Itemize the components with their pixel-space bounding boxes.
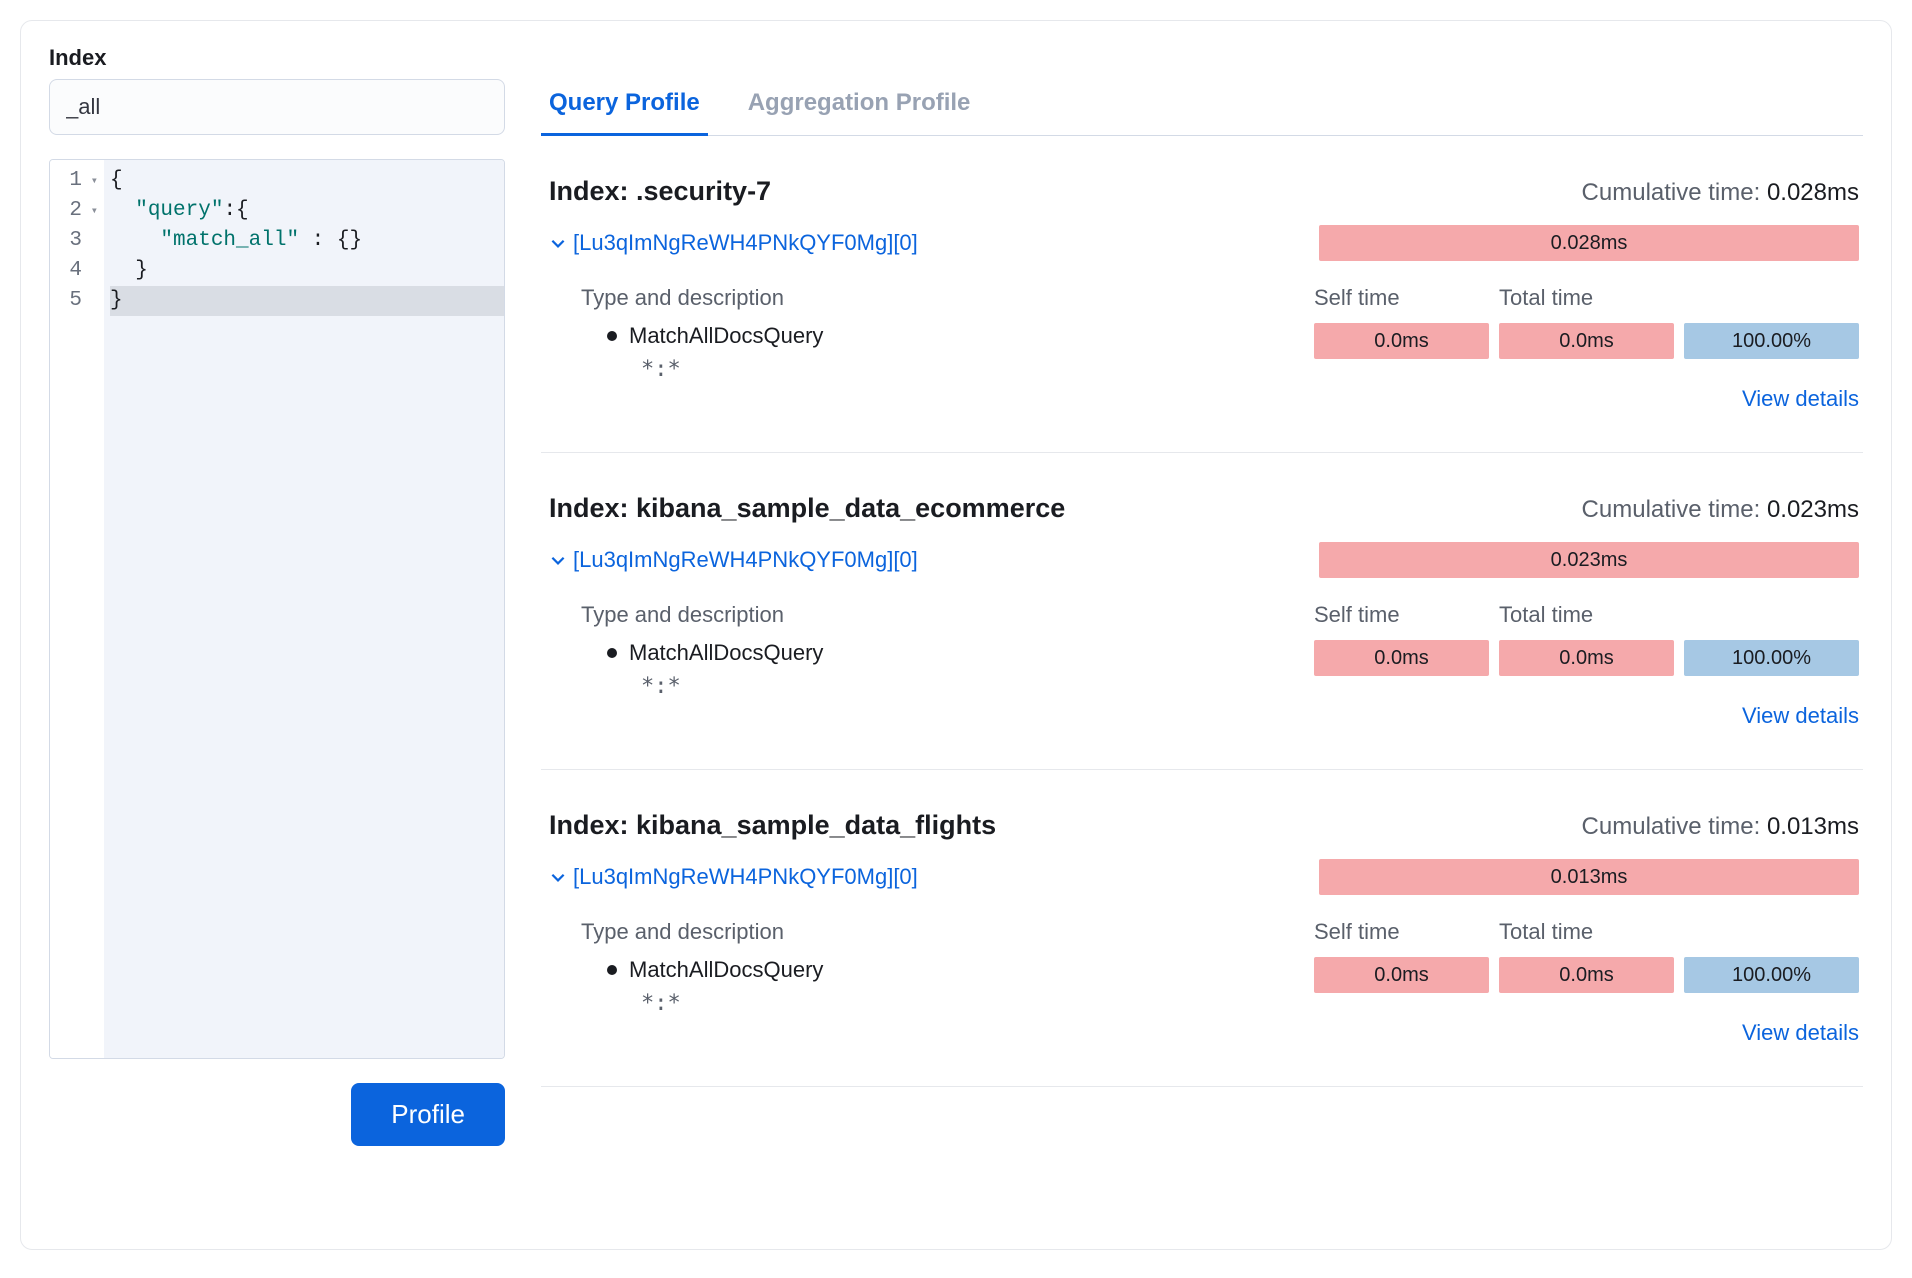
- percent-pill: 100.00%: [1684, 323, 1859, 359]
- query-row: MatchAllDocsQuery *:*: [581, 323, 1304, 382]
- time-bar: 0.023ms: [1319, 542, 1859, 578]
- index-title: Index: .security-7: [549, 176, 771, 207]
- view-details-link[interactable]: View details: [1314, 1016, 1859, 1046]
- view-details-link[interactable]: View details: [1314, 382, 1859, 412]
- result-block: Index: kibana_sample_data_flights Cumulat…: [541, 770, 1863, 1087]
- col-total-time: Total time: [1499, 602, 1674, 628]
- col-percent: [1684, 285, 1859, 311]
- code-line[interactable]: "match_all" : {}: [110, 226, 504, 256]
- fold-toggle-icon[interactable]: ▾: [86, 166, 98, 196]
- col-type-desc: Type and description: [581, 285, 1304, 311]
- result-block: Index: kibana_sample_data_ecommerce Cumul…: [541, 453, 1863, 770]
- code-body[interactable]: { "query":{ "match_all" : {} }}: [104, 160, 504, 1058]
- shard-id: [Lu3qImNgReWH4PNkQYF0Mg][0]: [573, 230, 918, 256]
- chevron-down-icon: [549, 234, 567, 252]
- chevron-down-icon: [549, 868, 567, 886]
- index-title: Index: kibana_sample_data_flights: [549, 810, 996, 841]
- percent-pill: 100.00%: [1684, 640, 1859, 676]
- query-type: MatchAllDocsQuery: [629, 957, 823, 983]
- query-description: *:*: [581, 674, 1304, 699]
- query-description: *:*: [581, 991, 1304, 1016]
- col-self-time: Self time: [1314, 285, 1489, 311]
- shard-toggle[interactable]: [Lu3qImNgReWH4PNkQYF0Mg][0]: [549, 547, 918, 573]
- shard-toggle[interactable]: [Lu3qImNgReWH4PNkQYF0Mg][0]: [549, 230, 918, 256]
- shard-id: [Lu3qImNgReWH4PNkQYF0Mg][0]: [573, 547, 918, 573]
- result-block: Index: .security-7 Cumulative time: 0.028…: [541, 136, 1863, 453]
- results-list: Index: .security-7 Cumulative time: 0.028…: [541, 136, 1863, 1087]
- time-bar: 0.028ms: [1319, 225, 1859, 261]
- col-self-time: Self time: [1314, 602, 1489, 628]
- total-time-pill: 0.0ms: [1499, 957, 1674, 993]
- col-type-desc: Type and description: [581, 919, 1304, 945]
- percent-pill: 100.00%: [1684, 957, 1859, 993]
- bullet-icon: [607, 648, 617, 658]
- right-column: Query Profile Aggregation Profile Index:…: [541, 45, 1863, 1221]
- tabs: Query Profile Aggregation Profile: [541, 89, 1863, 136]
- index-label: Index: [49, 45, 505, 71]
- col-type-desc: Type and description: [581, 602, 1304, 628]
- code-line[interactable]: }: [110, 286, 504, 316]
- shard-toggle[interactable]: [Lu3qImNgReWH4PNkQYF0Mg][0]: [549, 864, 918, 890]
- code-gutter: 1▾2▾345: [50, 160, 104, 1058]
- fold-toggle-icon[interactable]: ▾: [86, 196, 98, 226]
- code-line[interactable]: {: [110, 166, 504, 196]
- col-percent: [1684, 602, 1859, 628]
- self-time-pill: 0.0ms: [1314, 323, 1489, 359]
- index-input[interactable]: [49, 79, 505, 135]
- shard-id: [Lu3qImNgReWH4PNkQYF0Mg][0]: [573, 864, 918, 890]
- profile-button[interactable]: Profile: [351, 1083, 505, 1146]
- bullet-icon: [607, 965, 617, 975]
- query-type: MatchAllDocsQuery: [629, 640, 823, 666]
- bullet-icon: [607, 331, 617, 341]
- col-total-time: Total time: [1499, 285, 1674, 311]
- view-details-link[interactable]: View details: [1314, 699, 1859, 729]
- col-percent: [1684, 919, 1859, 945]
- cumulative-time: Cumulative time: 0.013ms: [1582, 813, 1859, 841]
- code-line[interactable]: "query":{: [110, 196, 504, 226]
- total-time-pill: 0.0ms: [1499, 323, 1674, 359]
- col-self-time: Self time: [1314, 919, 1489, 945]
- left-column: Index 1▾2▾345 { "query":{ "match_all" : …: [49, 45, 505, 1221]
- code-editor[interactable]: 1▾2▾345 { "query":{ "match_all" : {} }}: [49, 159, 505, 1059]
- self-time-pill: 0.0ms: [1314, 640, 1489, 676]
- time-bar: 0.013ms: [1319, 859, 1859, 895]
- query-row: MatchAllDocsQuery *:*: [581, 957, 1304, 1016]
- cumulative-time: Cumulative time: 0.028ms: [1582, 179, 1859, 207]
- cumulative-time: Cumulative time: 0.023ms: [1582, 496, 1859, 524]
- search-profiler-panel: Index 1▾2▾345 { "query":{ "match_all" : …: [20, 20, 1892, 1250]
- tab-query-profile[interactable]: Query Profile: [547, 89, 702, 135]
- code-line[interactable]: }: [110, 256, 504, 286]
- query-description: *:*: [581, 357, 1304, 382]
- total-time-pill: 0.0ms: [1499, 640, 1674, 676]
- index-title: Index: kibana_sample_data_ecommerce: [549, 493, 1065, 524]
- chevron-down-icon: [549, 551, 567, 569]
- query-row: MatchAllDocsQuery *:*: [581, 640, 1304, 699]
- query-type: MatchAllDocsQuery: [629, 323, 823, 349]
- col-total-time: Total time: [1499, 919, 1674, 945]
- tab-aggregation-profile[interactable]: Aggregation Profile: [746, 89, 973, 135]
- self-time-pill: 0.0ms: [1314, 957, 1489, 993]
